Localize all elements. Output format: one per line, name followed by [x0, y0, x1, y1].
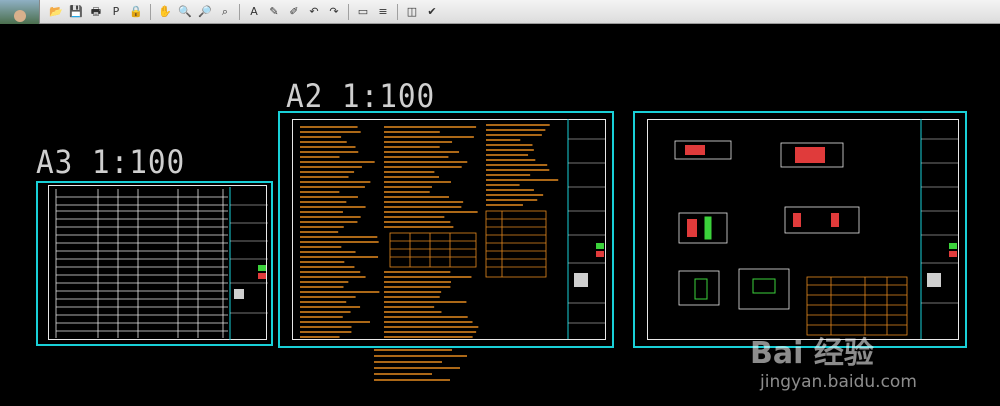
a3-schedule-table: [55, 187, 268, 340]
a2-sheet-details[interactable]: [633, 111, 967, 348]
zoom-extents-button[interactable]: ⌕: [216, 3, 234, 21]
avatar-head-icon: [13, 9, 26, 22]
toolbar-separator: [397, 3, 398, 20]
toolbar-buttons: 📂 💾 🖶 P 🔒 ✋ 🔍 🔎 ⌕ A ✎ ✐ ↶ ↷ ▭ ≡ ◫ ✔: [46, 3, 442, 21]
toolbar-separator: [348, 3, 349, 20]
lock-button[interactable]: 🔒: [127, 3, 145, 21]
text-button[interactable]: A: [245, 3, 263, 21]
drawing-canvas[interactable]: A3 1:100 A2 1:100 Bai 经验 jingyan.baidu.c…: [0, 25, 1000, 406]
a2-details-content: [674, 119, 959, 339]
a2-sheet-notes[interactable]: [278, 111, 614, 348]
user-avatar[interactable]: [0, 0, 40, 24]
layers-button[interactable]: ◫: [403, 3, 421, 21]
a2-sheet-label: A2 1:100: [286, 77, 436, 115]
a3-sheet-label: A3 1:100: [36, 143, 186, 181]
baidu-watermark: Bai 经验 jingyan.baidu.com: [750, 328, 980, 392]
measure-button[interactable]: ▭: [354, 3, 372, 21]
print-button[interactable]: 🖶: [87, 3, 105, 21]
toolbar: 📂 💾 🖶 P 🔒 ✋ 🔍 🔎 ⌕ A ✎ ✐ ↶ ↷ ▭ ≡ ◫ ✔: [0, 0, 1000, 24]
scale-button[interactable]: ≡: [374, 3, 392, 21]
toolbar-separator: [150, 3, 151, 20]
zoom-out-button[interactable]: 🔎: [196, 3, 214, 21]
a2-notes-content: [300, 119, 606, 339]
toolbar-separator: [239, 3, 240, 20]
a3-sheet[interactable]: [36, 181, 273, 346]
highlight-button[interactable]: ✐: [285, 3, 303, 21]
zoom-in-button[interactable]: 🔍: [176, 3, 194, 21]
pencil-button[interactable]: ✎: [265, 3, 283, 21]
open-button[interactable]: 📂: [47, 3, 65, 21]
watermark-brand: Bai 经验: [750, 336, 874, 371]
redo-button[interactable]: ↷: [325, 3, 343, 21]
pdf-button[interactable]: P: [107, 3, 125, 21]
notes-overflow-text: [374, 349, 467, 381]
watermark-url: jingyan.baidu.com: [760, 372, 917, 392]
save-button[interactable]: 💾: [67, 3, 85, 21]
pan-button[interactable]: ✋: [156, 3, 174, 21]
undo-button[interactable]: ↶: [305, 3, 323, 21]
check-button[interactable]: ✔: [423, 3, 441, 21]
